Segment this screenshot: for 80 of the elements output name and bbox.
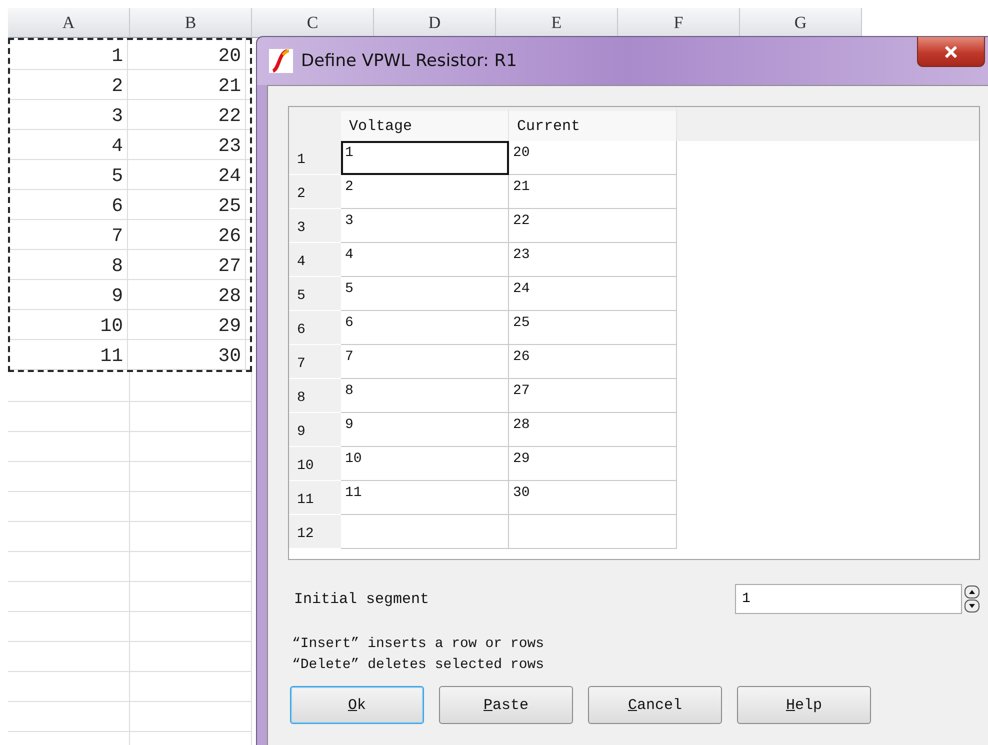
sheet-cell: 10 — [10, 310, 128, 339]
grid-cell[interactable]: 6 — [341, 311, 509, 345]
column-header[interactable]: G — [740, 8, 862, 38]
row-number: 11 — [289, 481, 341, 515]
grid-cell[interactable] — [341, 515, 509, 549]
sheet-cell: 29 — [128, 310, 246, 339]
grid-cell[interactable]: 23 — [509, 243, 677, 277]
sheet-cell: 22 — [128, 100, 246, 129]
grid-cell[interactable]: 11 — [341, 481, 509, 515]
sheet-cell: 20 — [128, 40, 246, 69]
sheet-cell: 8 — [10, 250, 128, 279]
sheet-cell: 11 — [10, 340, 128, 369]
row-number: 7 — [289, 345, 341, 379]
initial-segment-label: Initial segment — [294, 590, 430, 608]
close-icon — [944, 46, 958, 58]
grid-cell[interactable]: 10 — [341, 447, 509, 481]
grid-cell[interactable]: 22 — [509, 209, 677, 243]
grid-cell[interactable]: 27 — [509, 379, 677, 413]
column-header[interactable]: F — [618, 8, 740, 38]
column-header[interactable]: A — [8, 8, 130, 38]
grid-cell[interactable]: 9 — [341, 413, 509, 447]
initial-segment-field[interactable]: 1 — [735, 584, 962, 614]
row-number: 8 — [289, 379, 341, 413]
sheet-cell: 28 — [128, 280, 246, 309]
spinner-icon[interactable] — [964, 584, 980, 614]
row-number: 3 — [289, 209, 341, 243]
grid-cell[interactable] — [509, 515, 677, 549]
dialog-button[interactable]: Help — [737, 686, 871, 724]
grid-cell[interactable]: 29 — [509, 447, 677, 481]
app-logo-icon — [269, 49, 293, 73]
grid-cell[interactable]: 24 — [509, 277, 677, 311]
column-header[interactable]: B — [130, 8, 252, 38]
grid-cell[interactable]: 21 — [509, 175, 677, 209]
row-number: 2 — [289, 175, 341, 209]
dialog-button[interactable]: Ok — [290, 686, 424, 724]
row-number: 12 — [289, 515, 341, 549]
grid-cell[interactable]: 7 — [341, 345, 509, 379]
column-header[interactable]: C — [252, 8, 374, 38]
row-number: 6 — [289, 311, 341, 345]
dialog-button[interactable]: Cancel — [588, 686, 722, 724]
row-number: 9 — [289, 413, 341, 447]
sheet-cell: 1 — [10, 40, 128, 69]
column-header[interactable]: E — [496, 8, 618, 38]
row-number: 5 — [289, 277, 341, 311]
sheet-cell: 24 — [128, 160, 246, 189]
row-number: 4 — [289, 243, 341, 277]
close-button[interactable] — [917, 37, 985, 67]
sheet-cell: 25 — [128, 190, 246, 219]
column-header[interactable]: D — [374, 8, 496, 38]
grid-cell[interactable]: 1 — [341, 141, 509, 175]
row-number: 10 — [289, 447, 341, 481]
grid-column-header: Voltage — [341, 107, 509, 141]
window-title: Define VPWL Resistor: R1 — [301, 51, 517, 71]
sheet-cell: 7 — [10, 220, 128, 249]
sheet-cell: 6 — [10, 190, 128, 219]
grid-cell[interactable]: 3 — [341, 209, 509, 243]
grid-cell[interactable]: 25 — [509, 311, 677, 345]
grid-cell[interactable]: 20 — [509, 141, 677, 175]
grid-cell[interactable]: 30 — [509, 481, 677, 515]
help-note: “Insert” inserts a row or rows — [292, 636, 546, 652]
dialog-button[interactable]: Paste — [439, 686, 573, 724]
grid-cell[interactable]: 5 — [341, 277, 509, 311]
row-number: 1 — [289, 141, 341, 175]
sheet-cell: 9 — [10, 280, 128, 309]
sheet-cell: 30 — [128, 340, 246, 369]
sheet-cell: 5 — [10, 160, 128, 189]
sheet-cell: 2 — [10, 70, 128, 99]
grid-cell[interactable]: 8 — [341, 379, 509, 413]
grid-cell[interactable]: 2 — [341, 175, 509, 209]
sheet-cell: 4 — [10, 130, 128, 159]
sheet-cell: 27 — [128, 250, 246, 279]
sheet-cell: 21 — [128, 70, 246, 99]
grid-cell[interactable]: 4 — [341, 243, 509, 277]
sheet-cell: 26 — [128, 220, 246, 249]
sheet-cell: 3 — [10, 100, 128, 129]
help-note: “Delete” deletes selected rows — [292, 657, 546, 673]
grid-column-header: Current — [509, 107, 677, 141]
grid-cell[interactable]: 28 — [509, 413, 677, 447]
sheet-cell: 23 — [128, 130, 246, 159]
grid-cell[interactable]: 26 — [509, 345, 677, 379]
